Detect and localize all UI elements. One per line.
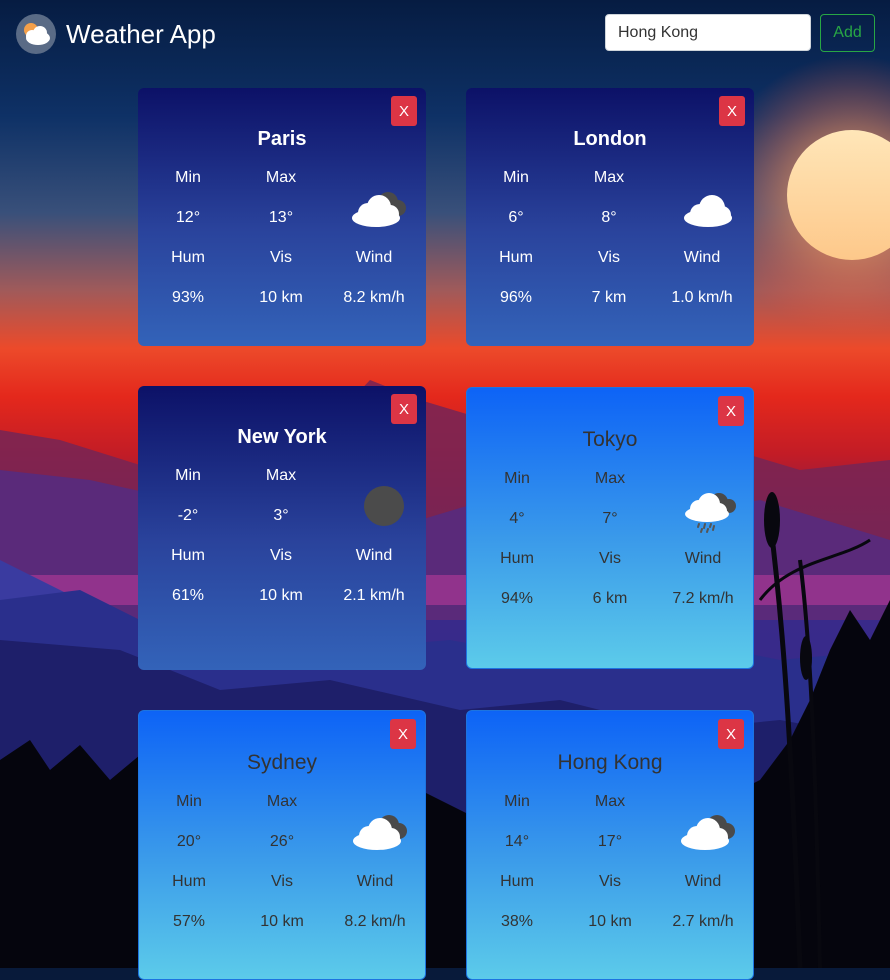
min-temp-value: 4°	[509, 510, 525, 527]
humidity-label: Hum	[500, 550, 534, 567]
humidity-label: Hum	[171, 249, 205, 266]
weather-logo-icon	[16, 14, 56, 54]
visibility-value: 10 km	[259, 289, 303, 306]
min-label: Min	[175, 467, 201, 484]
max-label: Max	[266, 793, 298, 810]
city-name: London	[573, 128, 647, 150]
max-temp-value: 26°	[269, 833, 295, 850]
remove-city-button[interactable]: X	[391, 394, 417, 424]
wind-speed-value: 1.0 km/h	[671, 289, 733, 306]
partly-cloudy-icon	[349, 807, 413, 857]
max-temp-value: 13°	[268, 209, 294, 226]
max-label: Max	[265, 467, 297, 484]
wind-speed-value: 8.2 km/h	[343, 289, 405, 306]
humidity-label: Hum	[171, 547, 205, 564]
min-temp-value: 14°	[504, 833, 530, 850]
visibility-value: 10 km	[588, 913, 632, 930]
visibility-label: Vis	[599, 873, 621, 890]
city-name: New York	[237, 426, 327, 448]
remove-city-button[interactable]: X	[719, 96, 745, 126]
city-name: Tokyo	[582, 428, 638, 451]
add-city-button[interactable]: Add	[820, 14, 875, 52]
max-label: Max	[593, 169, 625, 186]
visibility-label: Vis	[599, 550, 621, 567]
weather-card: X Sydney Min Max 20° 26° Hum Vis Wind 57% 10 km 8.2…	[138, 710, 426, 980]
min-label: Min	[503, 169, 529, 186]
weather-card: X Hong Kong Min Max 14° 17° Hum Vis Wind 38% 10 km…	[466, 710, 754, 980]
min-label: Min	[175, 169, 201, 186]
min-temp-value: 20°	[176, 833, 202, 850]
remove-city-button[interactable]: X	[390, 719, 416, 749]
min-temp-value: 12°	[175, 209, 201, 226]
wind-label: Wind	[683, 249, 721, 266]
wind-label: Wind	[356, 873, 394, 890]
visibility-label: Vis	[271, 873, 293, 890]
min-temp-value: 6°	[508, 209, 524, 226]
humidity-value: 61%	[171, 587, 205, 604]
humidity-value: 57%	[172, 913, 206, 930]
weather-card: X London Min Max 6° 8° Hum Vis Wind 96% 7 km 1.0 km…	[466, 88, 754, 346]
wind-speed-value: 2.1 km/h	[343, 587, 405, 604]
max-temp-value: 7°	[602, 510, 618, 527]
visibility-value: 7 km	[591, 289, 627, 306]
max-temp-value: 17°	[597, 833, 623, 850]
min-label: Min	[504, 470, 530, 487]
humidity-label: Hum	[172, 873, 206, 890]
max-temp-value: 8°	[601, 209, 617, 226]
partly-cloudy-icon	[677, 807, 741, 857]
min-temp-value: -2°	[177, 507, 199, 524]
moon-icon	[348, 482, 412, 532]
humidity-value: 93%	[171, 289, 205, 306]
wind-speed-value: 8.2 km/h	[344, 913, 406, 930]
min-label: Min	[176, 793, 202, 810]
visibility-value: 10 km	[260, 913, 304, 930]
wind-speed-value: 7.2 km/h	[672, 590, 734, 607]
city-name: Sydney	[246, 751, 318, 774]
weather-card: X Paris Min Max 12° 13° Hum Vis Wind 93% 10 km 8.2 …	[138, 88, 426, 346]
weather-card: X New York Min Max -2° 3° Hum Vis Wind 61% 10 km 2.…	[138, 386, 426, 670]
app-title: Weather App	[66, 19, 216, 49]
max-temp-value: 3°	[273, 507, 289, 524]
wind-label: Wind	[684, 550, 722, 567]
wind-label: Wind	[684, 873, 722, 890]
wind-speed-value: 2.7 km/h	[672, 913, 734, 930]
humidity-value: 96%	[499, 289, 533, 306]
max-label: Max	[594, 793, 626, 810]
visibility-value: 10 km	[259, 587, 303, 604]
remove-city-button[interactable]: X	[718, 719, 744, 749]
min-label: Min	[504, 793, 530, 810]
visibility-label: Vis	[598, 249, 620, 266]
weather-card: X Tokyo Min Max 4° 7° Hum Vis Wind 94% 6 km 7.2 km/…	[466, 387, 754, 669]
wind-label: Wind	[355, 249, 393, 266]
max-label: Max	[594, 470, 626, 487]
background-landscape	[0, 0, 890, 968]
visibility-label: Vis	[270, 249, 292, 266]
city-search-input[interactable]	[605, 14, 811, 51]
partly-cloudy-icon	[348, 184, 412, 234]
humidity-value: 38%	[500, 913, 534, 930]
cloud-icon	[676, 184, 740, 234]
humidity-label: Hum	[500, 873, 534, 890]
city-name: Hong Kong	[557, 751, 663, 774]
humidity-label: Hum	[499, 249, 533, 266]
visibility-label: Vis	[270, 547, 292, 564]
max-label: Max	[265, 169, 297, 186]
remove-city-button[interactable]: X	[391, 96, 417, 126]
city-name: Paris	[257, 128, 307, 150]
rain-cloud-icon	[677, 484, 741, 534]
visibility-value: 6 km	[592, 590, 628, 607]
app-header: Weather App Add	[0, 0, 890, 70]
remove-city-button[interactable]: X	[718, 396, 744, 426]
humidity-value: 94%	[500, 590, 534, 607]
wind-label: Wind	[355, 547, 393, 564]
